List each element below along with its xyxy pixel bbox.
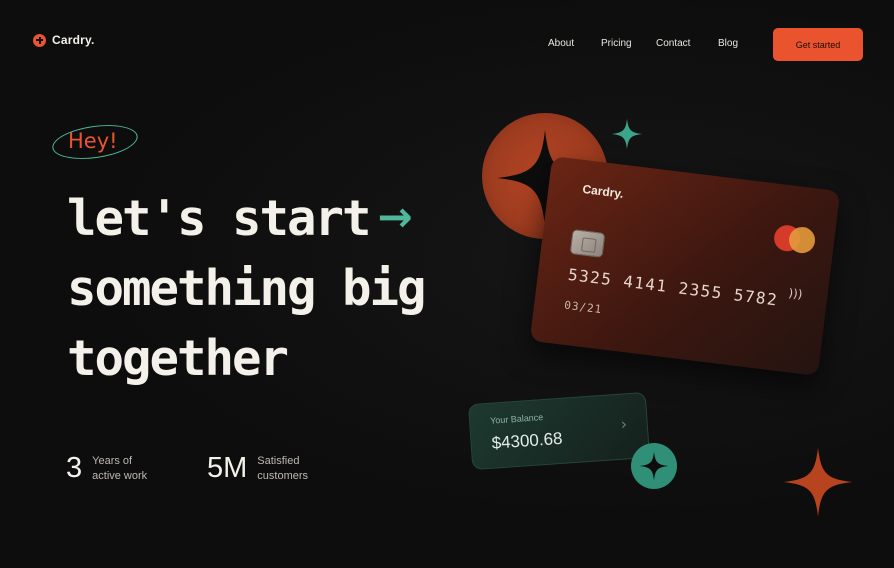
sparkle-star-icon — [611, 118, 643, 150]
landing-page: Cardry. About Pricing Contact Blog Get s… — [0, 0, 894, 568]
headline-line-2: something big — [67, 260, 427, 317]
credit-card: Cardry. ))) 5325 4141 2355 5782 03/21 — [529, 156, 841, 376]
stat-customers: 5M Satisfied customers — [207, 452, 308, 485]
arrow-right-icon: → — [377, 192, 413, 241]
greeting-text: Hey! — [68, 129, 118, 153]
sparkle-star-icon — [639, 451, 669, 481]
balance-label: Your Balance — [489, 412, 544, 426]
chip-icon — [569, 229, 606, 258]
balance-amount: $4300.68 — [491, 428, 564, 453]
get-started-button[interactable]: Get started — [773, 28, 863, 61]
logo[interactable]: Cardry. — [33, 33, 95, 47]
nav-pricing-link[interactable]: Pricing — [601, 38, 632, 49]
headline-line-1: let's start → — [67, 182, 425, 254]
mastercard-icon — [772, 223, 818, 255]
nav-contact-link[interactable]: Contact — [656, 38, 690, 49]
stat-customers-label: Satisfied customers — [257, 454, 309, 482]
greeting-badge: Hey! — [50, 120, 140, 164]
stat-years-label: Years of active work — [92, 454, 148, 482]
chevron-right-icon[interactable]: › — [620, 414, 628, 433]
plus-circle-icon — [33, 33, 46, 47]
headline-line-1-text: let's start — [67, 190, 372, 247]
contactless-icon: ))) — [787, 285, 804, 302]
balance-widget[interactable]: Your Balance $4300.68 › — [467, 391, 651, 471]
sparkle-star-icon — [783, 447, 853, 517]
hero-headline: let's start → something big together — [67, 182, 427, 394]
nav-blog-link[interactable]: Blog — [718, 38, 738, 49]
stat-customers-value: 5M — [207, 452, 248, 484]
stat-years-value: 3 — [66, 452, 83, 484]
headline-line-3: together — [67, 330, 289, 387]
logo-text: Cardry. — [52, 33, 95, 47]
nav-about-link[interactable]: About — [548, 38, 574, 49]
card-brand: Cardry. — [581, 182, 625, 201]
stat-years: 3 Years of active work — [66, 452, 147, 485]
card-expiry: 03/21 — [563, 298, 603, 317]
